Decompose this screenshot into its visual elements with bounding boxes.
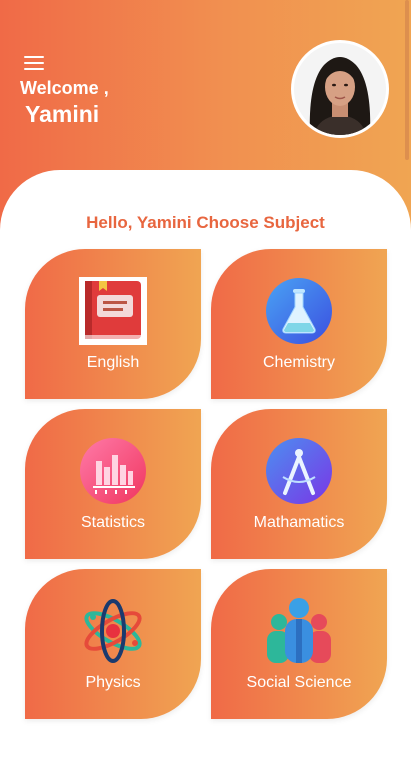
- bar-chart-icon: [79, 437, 147, 505]
- subject-card-mathamatics[interactable]: Mathamatics: [211, 409, 387, 559]
- subject-label: Mathamatics: [253, 514, 345, 531]
- user-name: Yamini: [25, 101, 100, 127]
- compass-icon: [265, 437, 333, 505]
- welcome-text: Welcome ,: [20, 78, 109, 98]
- subject-label: Physics: [85, 674, 141, 691]
- subject-label: English: [86, 354, 140, 371]
- scrollbar[interactable]: [405, 0, 409, 160]
- subject-label: Chemistry: [262, 354, 335, 371]
- menu-icon[interactable]: [24, 56, 44, 72]
- greeting-title: Hello, Yamini Choose Subject: [86, 213, 325, 232]
- subject-label: Statistics: [80, 514, 145, 531]
- subject-card-chemistry[interactable]: Chemistry: [211, 249, 387, 399]
- atom-icon: [79, 597, 147, 665]
- subject-label: Social Science: [246, 674, 352, 691]
- subject-card-physics[interactable]: Physics: [25, 569, 201, 719]
- book-icon: [79, 277, 147, 345]
- subject-card-statistics[interactable]: Statistics: [25, 409, 201, 559]
- people-icon: [265, 597, 333, 665]
- avatar[interactable]: [291, 40, 389, 138]
- subject-card-social-science[interactable]: Social Science: [211, 569, 387, 719]
- flask-icon: [265, 277, 333, 345]
- subject-card-english[interactable]: English: [25, 249, 201, 399]
